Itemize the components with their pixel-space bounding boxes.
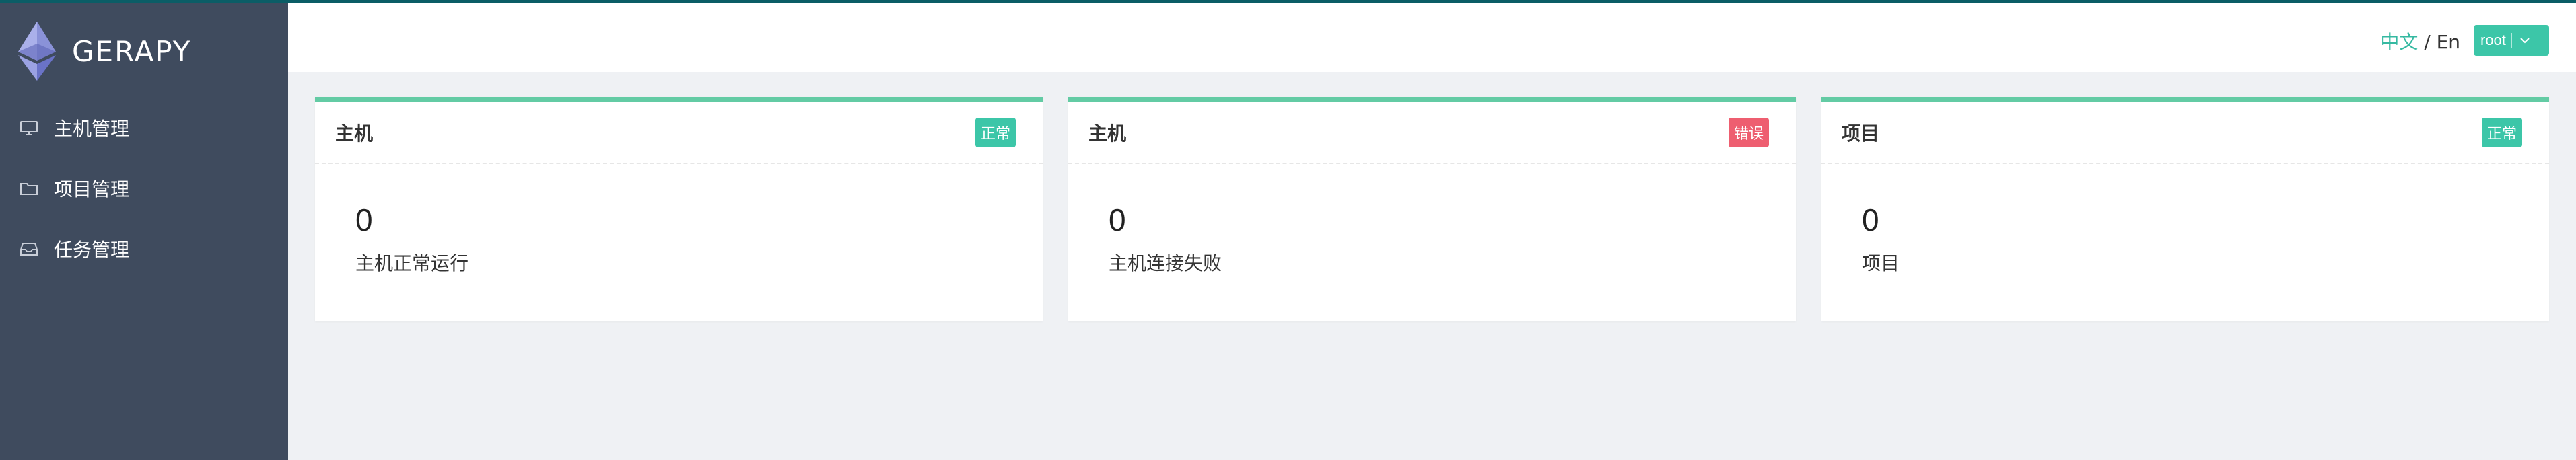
status-badge: 正常 xyxy=(2481,118,2522,147)
lang-zh-link[interactable]: 中文 xyxy=(2380,31,2418,53)
card-header: 主机 错误 xyxy=(1068,102,1796,164)
card-body: 0 项目 xyxy=(1821,164,2549,276)
sidebar-item-label: 任务管理 xyxy=(54,239,130,261)
status-badge: 错误 xyxy=(1728,118,1769,147)
card-description: 项目 xyxy=(1862,252,1900,274)
card-title: 主机 xyxy=(335,122,374,145)
card-body: 0 主机连接失败 xyxy=(1068,164,1796,276)
sidebar-item-label: 项目管理 xyxy=(54,178,130,200)
sidebar: GERAPY 主机管理 项目管理 任务管理 xyxy=(0,3,288,460)
card-title: 项目 xyxy=(1842,122,1880,145)
card-description: 主机正常运行 xyxy=(355,252,469,274)
card-description: 主机连接失败 xyxy=(1109,252,1222,274)
card-projects: 项目 正常 0 项目 xyxy=(1821,97,2549,321)
brand-name: GERAPY xyxy=(72,34,192,68)
status-badge: 正常 xyxy=(975,118,1016,147)
sidebar-menu: 主机管理 项目管理 任务管理 xyxy=(0,98,288,279)
folder-icon xyxy=(20,183,38,195)
chevron-down-icon xyxy=(2520,38,2530,44)
card-hosts-error: 主机 错误 0 主机连接失败 xyxy=(1068,97,1796,321)
dashboard-cards: 主机 正常 0 主机正常运行 主机 错误 0 主机连接失败 项目 正常 0 项目 xyxy=(315,97,2549,321)
sidebar-item-label: 主机管理 xyxy=(54,118,130,140)
card-body: 0 主机正常运行 xyxy=(315,164,1043,276)
card-value: 0 xyxy=(1862,202,1879,237)
lang-separator: / xyxy=(2418,31,2437,53)
user-dropdown-button[interactable]: root xyxy=(2474,25,2549,56)
sidebar-item-projects[interactable]: 项目管理 xyxy=(0,158,288,219)
logo[interactable]: GERAPY xyxy=(17,21,273,81)
monitor-icon xyxy=(20,121,38,135)
card-header: 主机 正常 xyxy=(315,102,1043,164)
lang-en-link[interactable]: En xyxy=(2437,31,2460,53)
card-hosts-normal: 主机 正常 0 主机正常运行 xyxy=(315,97,1043,321)
card-value: 0 xyxy=(355,202,373,237)
language-switch: 中文 / En xyxy=(2380,28,2460,54)
card-value: 0 xyxy=(1109,202,1126,237)
button-divider xyxy=(2511,33,2512,48)
sidebar-item-hosts[interactable]: 主机管理 xyxy=(0,98,288,158)
username: root xyxy=(2480,32,2506,48)
inbox-icon xyxy=(20,243,38,256)
sidebar-item-tasks[interactable]: 任务管理 xyxy=(0,219,288,279)
top-header: 中文 / En root xyxy=(288,3,2576,72)
ethereum-logo-icon xyxy=(18,22,56,81)
card-header: 项目 正常 xyxy=(1821,102,2549,164)
card-title: 主机 xyxy=(1088,122,1127,145)
